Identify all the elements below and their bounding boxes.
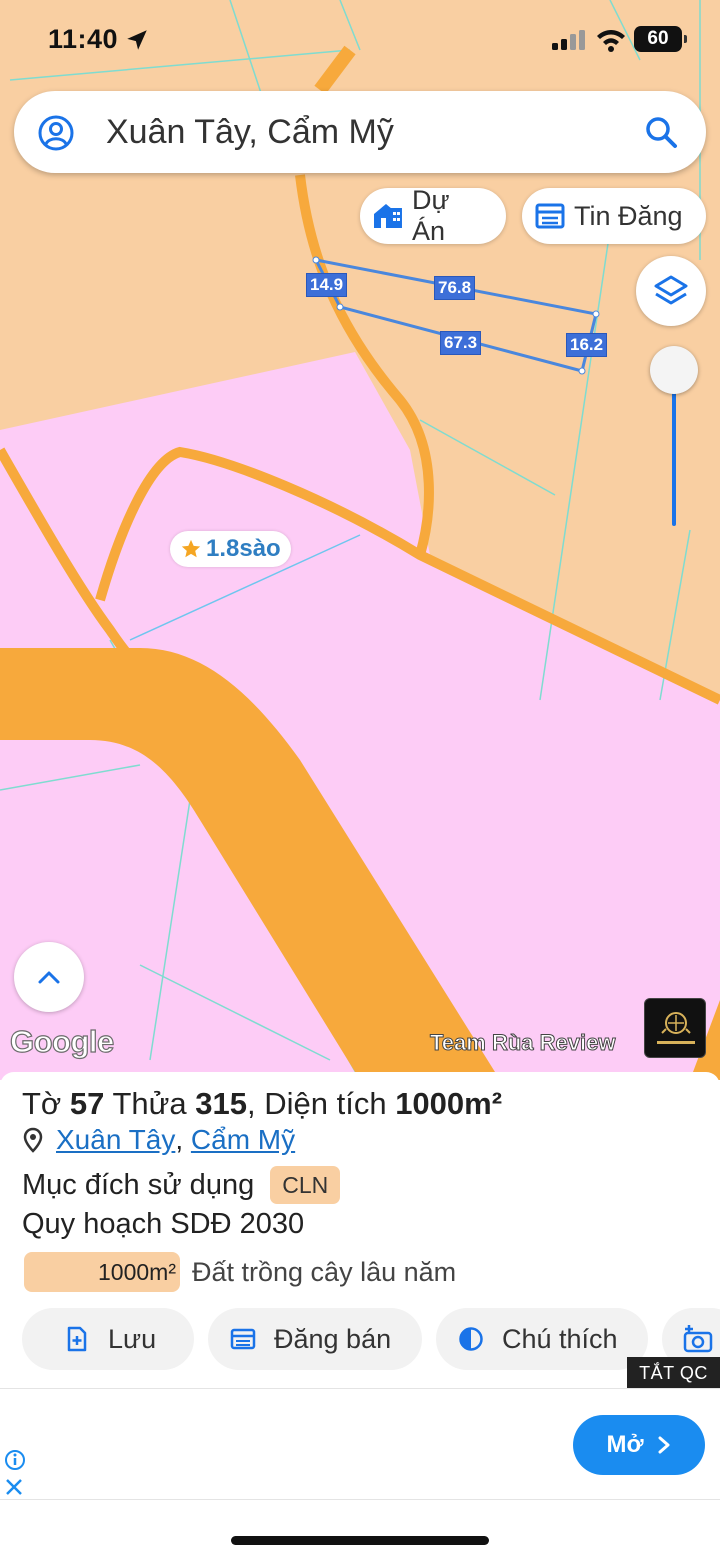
save-button[interactable]: Lưu [22, 1308, 194, 1370]
action-bar: Lưu Đăng bán Chú thích [0, 1308, 720, 1370]
camera-add-icon [683, 1325, 713, 1353]
home-indicator[interactable] [231, 1536, 489, 1545]
planning-title: Quy hoạch SDĐ 2030 [22, 1208, 305, 1240]
save-button-label: Lưu [108, 1323, 157, 1354]
cellular-signal-icon [552, 30, 585, 50]
planning-legend: 1000m² Đất trồng cây lâu năm [24, 1252, 456, 1292]
projects-chip-label: Dự Án [411, 185, 450, 246]
hide-ads-tag[interactable]: TẮT QC [627, 1357, 720, 1389]
area-value: 1000m² [395, 1086, 503, 1121]
building-icon [373, 204, 402, 228]
post-for-sale-label: Đăng bán [274, 1323, 392, 1354]
star-icon [181, 539, 201, 558]
ad-open-label: Mở [606, 1431, 644, 1458]
search-input[interactable]: Xuân Tây, Cẩm Mỹ [106, 113, 394, 152]
info-icon[interactable] [4, 1449, 26, 1471]
parcel-info-sheet: Tờ 57 Thửa 315, Diện tích 1000m² Xuân Tâ… [0, 1072, 720, 1559]
plot-number: 315 [195, 1086, 247, 1121]
map-view[interactable]: 11:40 60 Xuân Tây, Cẩm Mỹ Dự Án Tin Đăng… [0, 0, 720, 1080]
parcel-title: Tờ 57 Thửa 315, Diện tích 1000m² [22, 1086, 503, 1121]
district-link[interactable]: Cẩm Mỹ [191, 1124, 295, 1156]
wifi-icon [597, 30, 625, 52]
dimension-label: 16.2 [566, 333, 608, 357]
status-bar: 11:40 60 [0, 0, 720, 80]
sheet-label: Tờ [22, 1086, 62, 1121]
sheet-number: 57 [69, 1086, 105, 1121]
listings-chip[interactable]: Tin Đăng [522, 188, 706, 244]
search-icon[interactable] [644, 115, 678, 149]
legend-text: Đất trồng cây lâu năm [192, 1256, 457, 1287]
address-row: Xuân Tây , Cẩm Mỹ [22, 1124, 295, 1156]
dimension-label: 67.3 [440, 331, 482, 355]
land-use-badge: CLN [270, 1166, 341, 1204]
zoom-slider-handle[interactable] [650, 346, 698, 394]
area-marker[interactable]: 1.8sào [170, 531, 291, 567]
user-icon[interactable] [38, 115, 74, 151]
legend-button[interactable]: Chú thích [436, 1308, 648, 1370]
legend-swatch: 1000m² [24, 1252, 180, 1292]
land-use-label: Mục đích sử dụng [22, 1168, 255, 1201]
post-for-sale-button[interactable]: Đăng bán [208, 1308, 422, 1370]
area-label: Diện tích [264, 1086, 387, 1121]
chevron-right-icon [658, 1436, 670, 1454]
listing-icon [230, 1328, 256, 1350]
plot-label: Thửa [112, 1086, 187, 1121]
layers-button[interactable] [636, 256, 706, 326]
zoom-slider-track[interactable] [672, 372, 676, 526]
legend-button-label: Chú thích [502, 1323, 618, 1354]
google-logo: Google [9, 1023, 114, 1059]
status-time: 11:40 [48, 24, 119, 54]
commune-link[interactable]: Xuân Tây [56, 1124, 175, 1156]
turtle-logo-icon [657, 1012, 695, 1044]
area-marker-label: 1.8sào [206, 535, 281, 562]
address-separator: , [175, 1124, 184, 1155]
chevron-up-icon [38, 971, 60, 984]
ad-banner[interactable]: Mở [0, 1388, 720, 1500]
add-file-icon [67, 1326, 87, 1352]
watermark-logo [644, 998, 706, 1058]
close-icon[interactable] [4, 1477, 24, 1497]
search-bar[interactable]: Xuân Tây, Cẩm Mỹ [14, 91, 706, 173]
listings-chip-label: Tin Đăng [574, 200, 683, 231]
projects-chip[interactable]: Dự Án [360, 185, 506, 246]
ad-open-button[interactable]: Mở [573, 1415, 705, 1475]
location-pin-icon [23, 1127, 43, 1153]
dimension-label: 76.8 [434, 276, 476, 300]
location-arrow-icon [127, 30, 147, 50]
watermark-text: Team Rùa Review [429, 1030, 616, 1056]
land-use-row: Mục đích sử dụng CLN [22, 1166, 341, 1204]
contrast-icon [459, 1327, 483, 1351]
listing-icon [535, 203, 565, 229]
dimension-label: 14.9 [306, 273, 348, 297]
expand-sheet-button[interactable] [14, 942, 84, 1012]
layers-icon [654, 275, 688, 305]
battery-indicator: 60 [634, 26, 687, 52]
